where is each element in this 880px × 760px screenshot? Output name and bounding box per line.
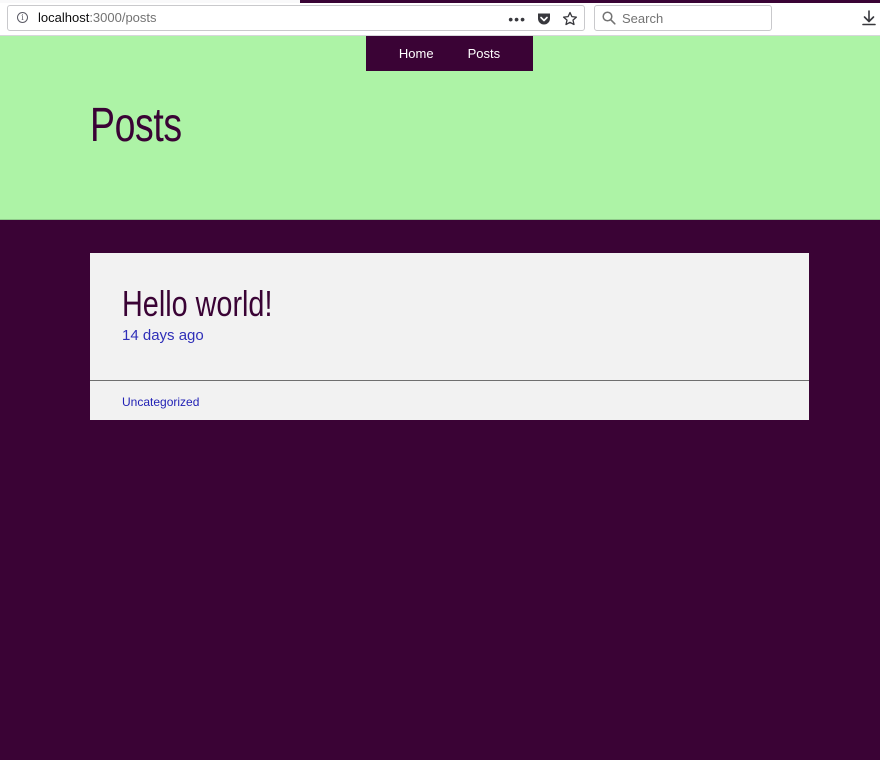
pocket-icon[interactable] — [536, 11, 552, 27]
nav-posts-link[interactable]: Posts — [468, 46, 501, 61]
url-text[interactable]: localhost:3000/posts — [38, 10, 157, 25]
card-divider — [90, 380, 809, 381]
post-category-link[interactable]: Uncategorized — [122, 395, 199, 409]
post-date-link[interactable]: 14 days ago — [122, 327, 204, 344]
address-bar[interactable]: i localhost:3000/posts ••• — [7, 5, 585, 31]
search-placeholder: Search — [622, 11, 664, 26]
more-actions-icon[interactable]: ••• — [508, 10, 526, 28]
nav-home-link[interactable]: Home — [399, 46, 434, 61]
url-path: :3000/posts — [89, 10, 157, 25]
tab-strip-edge — [0, 0, 880, 3]
page-header: Home Posts Posts — [0, 36, 880, 220]
download-icon[interactable] — [862, 10, 876, 26]
post-title-link[interactable]: Hello world! — [122, 283, 272, 325]
browser-toolbar: i localhost:3000/posts ••• Search — [0, 0, 880, 36]
post-card: Hello world! 14 days ago Uncategorized — [90, 253, 809, 420]
url-host: localhost — [38, 10, 90, 25]
search-icon — [602, 11, 616, 25]
bookmark-star-icon[interactable] — [562, 11, 578, 27]
info-icon[interactable]: i — [17, 12, 28, 23]
search-bar[interactable]: Search — [594, 5, 772, 31]
main-nav: Home Posts — [366, 36, 533, 71]
address-bar-actions: ••• — [508, 9, 578, 29]
page-title: Posts — [90, 99, 182, 152]
